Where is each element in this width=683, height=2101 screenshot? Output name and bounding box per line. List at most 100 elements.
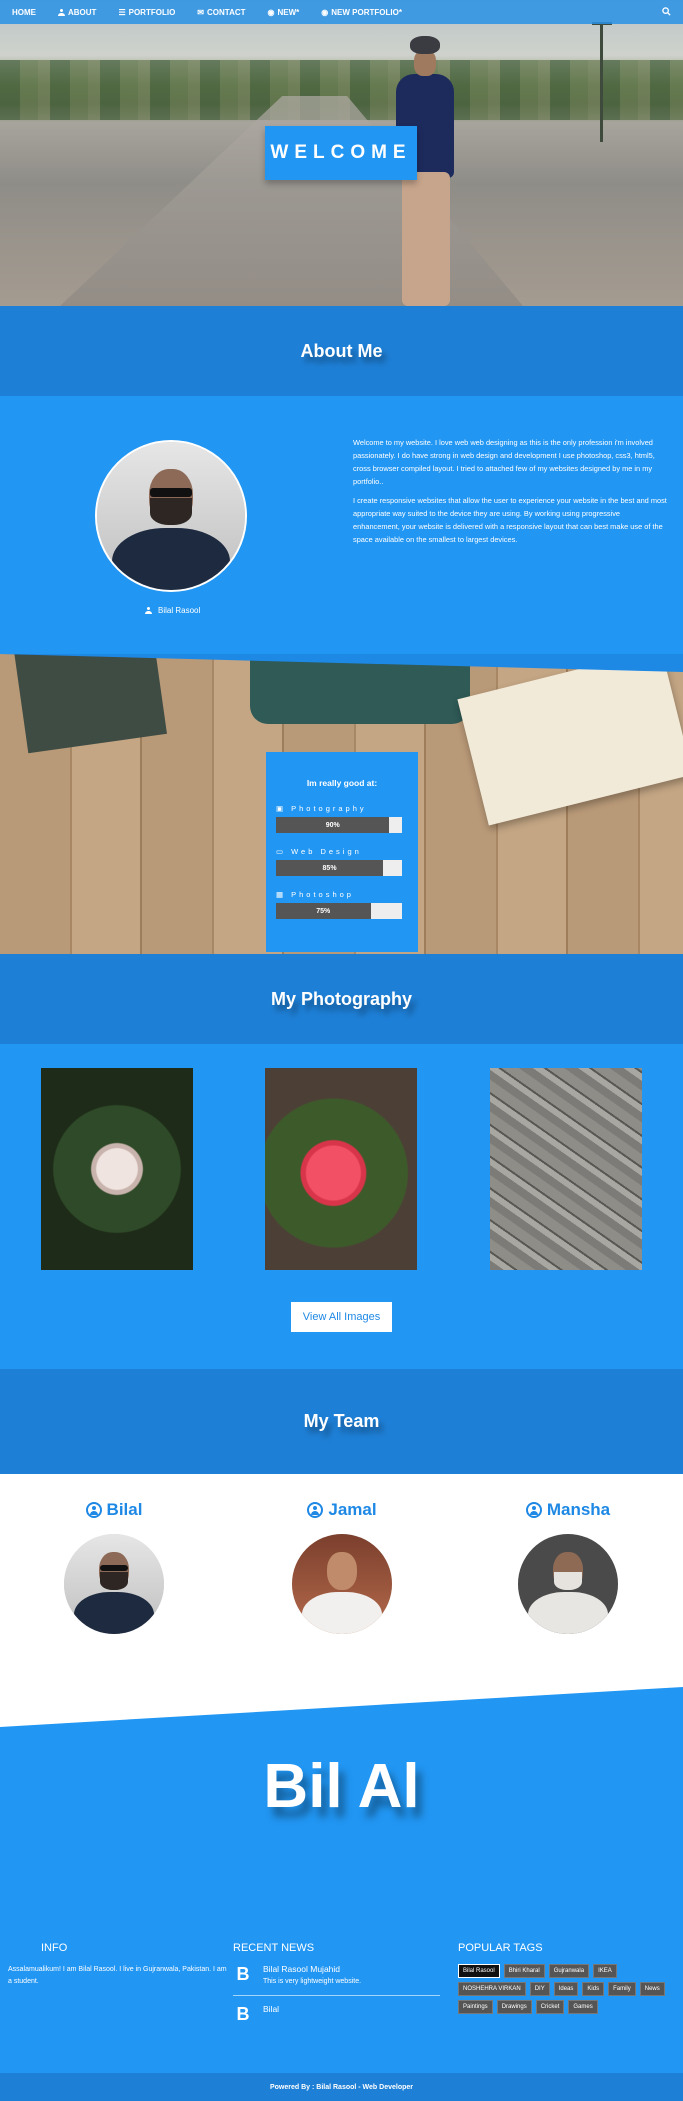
news-item[interactable]: B Bilal [233,2004,448,2025]
search-icon [662,6,671,16]
envelope-icon: ✉ [197,7,204,17]
about-paragraph: Welcome to my website. I love web web de… [353,438,655,486]
team-heading: My Team [0,1369,683,1474]
nav-new-portfolio-label: NEW PORTFOLIO* [331,7,402,17]
news-item[interactable]: B Bilal Rasool Mujahid This is very light… [233,1964,448,1985]
brand-logo-text: Bil Al [263,1752,420,1821]
skill-bar-fill: 85% [276,860,384,876]
search-button[interactable] [662,6,671,18]
laptop-icon: ▭ [276,847,287,856]
tag[interactable]: Cricket [535,2000,565,2014]
skill-label: Web Design [291,847,362,856]
photography-section: View All Images [0,1044,683,1369]
news-divider [233,1995,440,1996]
member-name: Jamal [328,1500,377,1519]
photo-rock-texture[interactable] [490,1068,642,1270]
tag[interactable]: Drawings [496,2000,532,2014]
skill-bar-fill: 90% [276,817,390,833]
tag[interactable]: Bhiri Kharal [503,1964,545,1978]
welcome-box: WELCOME [265,126,417,180]
tag[interactable]: Family [608,1982,636,1996]
view-all-images-button[interactable]: View All Images [291,1302,392,1332]
member-name: Bilal [106,1500,143,1519]
profile-caption: Bilal Rasool [145,606,200,615]
footer-info-text: Assalamualikum! I am Bilal Rasool. I liv… [8,1966,227,1985]
tag[interactable]: IKEA [593,1964,617,1978]
about-heading: About Me [0,306,683,396]
news-text: This is very lightweight website. [263,1978,362,1985]
footer-tags-heading: POPULAR TAGS [458,1942,543,1954]
tag[interactable]: DIY [529,1982,550,1996]
tag[interactable]: Kids [582,1982,605,1996]
globe-icon: ◉ [267,7,275,17]
skill-item: ▣ Photography 90% [276,804,408,833]
tag[interactable]: Games [568,2000,598,2014]
about-paragraph: I create responsive websites that allow … [353,496,667,544]
team-member: Jamal [242,1500,442,1634]
skill-bar: 75% [276,903,402,919]
profile-photo [95,440,247,592]
user-circle-icon [85,1502,102,1518]
list-icon: ☰ [118,7,126,17]
nav-new-label: NEW* [277,7,300,17]
member-name: Mansha [546,1500,611,1519]
user-circle-icon [307,1502,324,1518]
tag-cloud: Bilal Rasool Bhiri Kharal Gujranwala IKE… [458,1964,678,2014]
tag[interactable]: Bilal Rasool [458,1964,500,1978]
team-member: Mansha [468,1500,668,1634]
nav-portfolio-label: PORTFOLIO [128,7,176,17]
news-title: Bilal Rasool Mujahid [263,1964,341,1974]
photo-white-rose[interactable] [41,1068,193,1270]
person-icon [145,607,152,614]
footer-news-heading: RECENT NEWS [233,1942,315,1954]
member-photo [292,1534,392,1634]
photography-heading: My Photography [0,954,683,1044]
skill-bar: 90% [276,817,402,833]
top-navbar: HOME ABOUT ☰ PORTFOLIO ✉ CONTACT ◉ NEW* ◉ NE… [0,0,683,24]
nav-new[interactable]: ◉ NEW* [268,8,300,17]
news-letter: B [236,2004,250,2024]
photo-red-rose[interactable] [265,1068,417,1270]
skill-item: ▦ Photoshop 75% [276,890,408,919]
street-lamp [592,22,612,142]
skill-label: Photography [291,804,367,813]
member-photo [64,1534,164,1634]
desk-book [13,654,167,754]
nav-portfolio[interactable]: ☰ PORTFOLIO [118,8,175,17]
skill-item: ▭ Web Design 85% [276,847,408,876]
team-member: Bilal [14,1500,214,1634]
hero-banner: WELCOME [0,0,683,306]
member-photo [518,1534,618,1634]
nav-new-portfolio[interactable]: ◉ NEW PORTFOLIO* [321,8,402,17]
nav-about[interactable]: ABOUT [58,8,96,17]
nav-contact-label: CONTACT [207,7,246,17]
footer-news: RECENT NEWS B Bilal Rasool Mujahid This i… [233,1942,448,2035]
team-section: Bilal Jamal Mansha [0,1474,683,1687]
brand-section: Bil Al [0,1687,683,1942]
about-text: Welcome to my website. I love web web de… [353,436,668,552]
person-icon [58,8,65,16]
tag[interactable]: Paintings [458,2000,493,2014]
skill-bar: 85% [276,860,402,876]
skills-box: Im really good at: ▣ Photography 90% ▭ Web… [266,752,418,952]
skill-label: Photoshop [291,890,354,899]
skills-heading: Im really good at: [306,778,378,788]
camera-icon: ▣ [276,804,287,813]
about-section: Bilal Rasool Welcome to my website. I lo… [0,396,683,654]
nav-contact[interactable]: ✉ CONTACT [197,8,245,17]
footer: INFO Assalamualikum! I am Bilal Rasool. … [0,1942,683,2073]
footer-info: INFO Assalamualikum! I am Bilal Rasool. … [8,1942,228,1988]
user-circle-icon [525,1502,542,1518]
tag[interactable]: News [639,1982,665,1996]
section-divider [0,1687,683,1727]
nav-home[interactable]: HOME [12,8,36,17]
skills-section: Im really good at: ▣ Photography 90% ▭ Web… [0,654,683,954]
tag[interactable]: Ideas [553,1982,579,1996]
profile-name: Bilal Rasool [158,606,201,615]
nav-home-label: HOME [12,7,36,17]
footer-info-heading: INFO [41,1942,68,1954]
nav-about-label: ABOUT [68,7,97,17]
tag[interactable]: NOSHEHRA VIRKAN [458,1982,526,1996]
tag[interactable]: Gujranwala [548,1964,590,1978]
image-icon: ▦ [276,890,287,899]
